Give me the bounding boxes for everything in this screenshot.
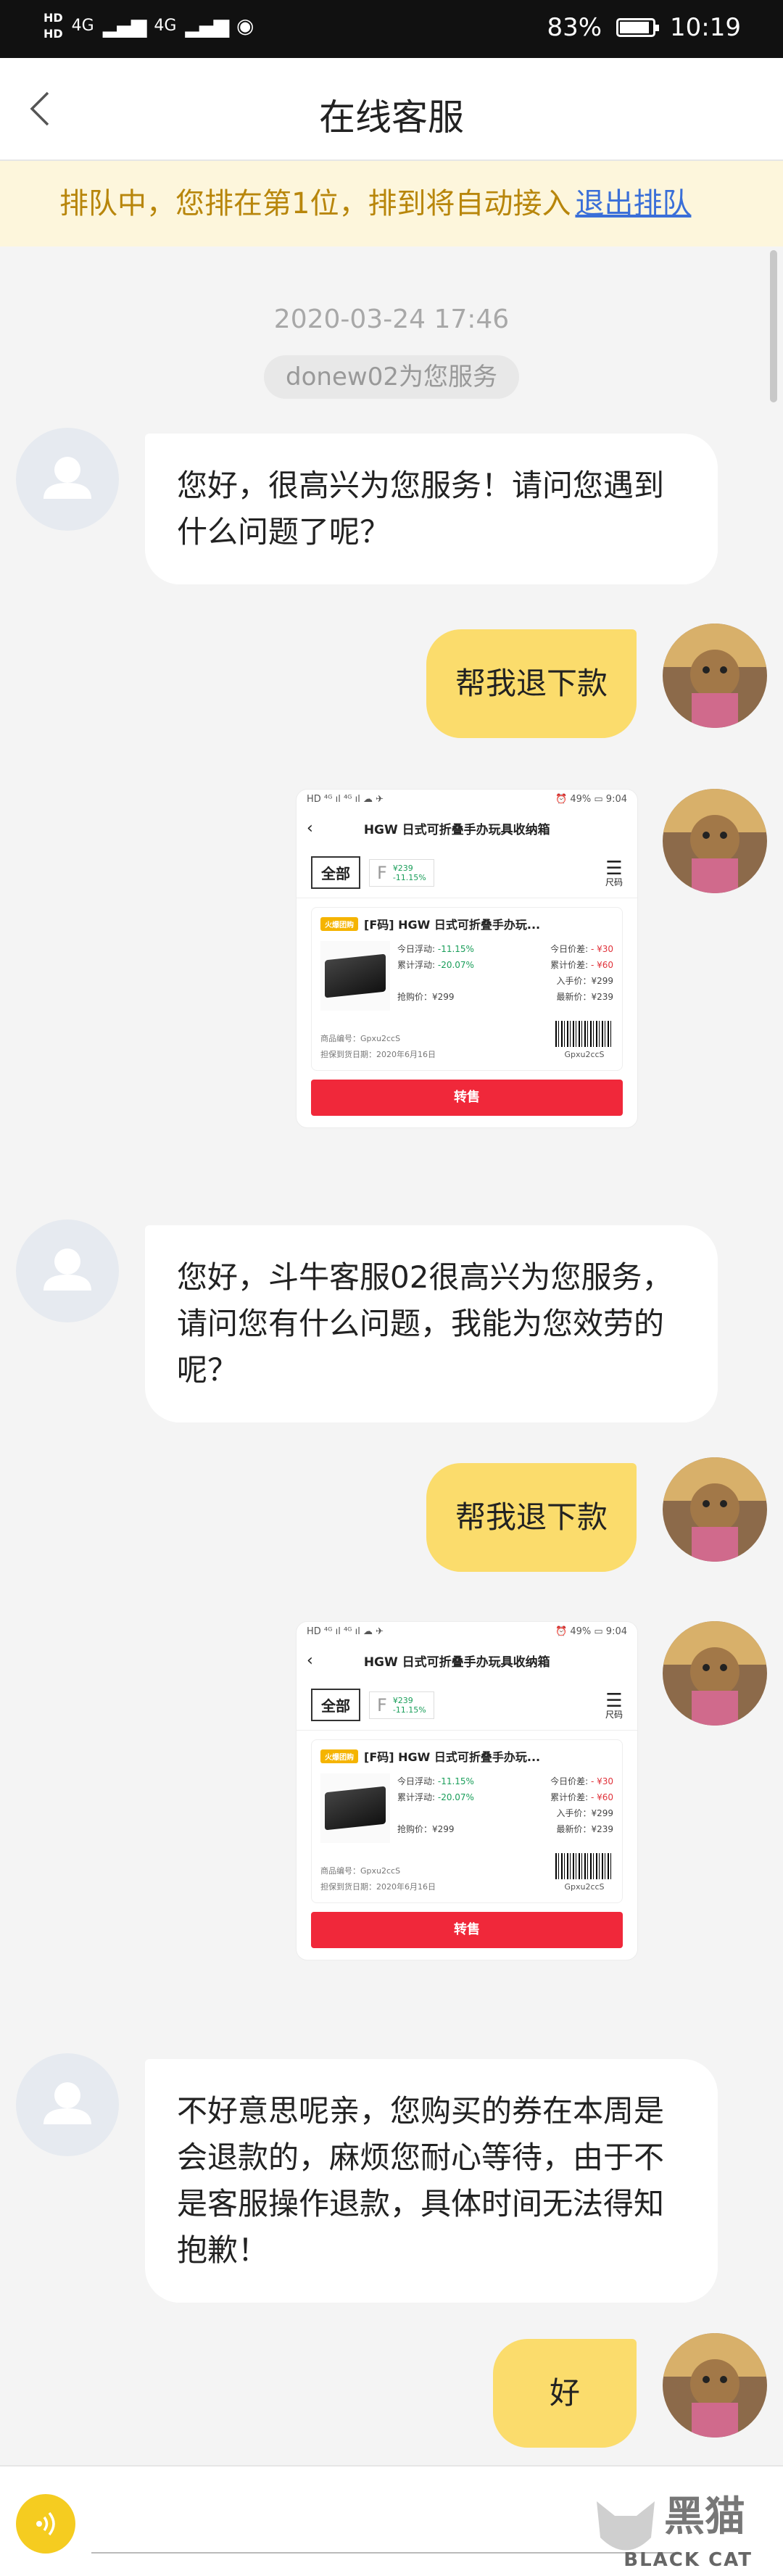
agent-avatar[interactable]: [16, 1219, 119, 1322]
agent-message-text: 您好，很高兴为您服务！请问您遇到什么问题了呢？: [177, 468, 665, 550]
filter-all: 全部: [311, 856, 360, 889]
product-screenshot-card[interactable]: HD ⁴ᴳ ıl ⁴ᴳ ıl ☁ ✈ ⏰ 49% ▭ 9:04 ‹ HGW 日式…: [296, 1621, 638, 1960]
network-label-1: 4G: [71, 17, 94, 35]
user-avatar[interactable]: [663, 1621, 767, 1726]
barcode-icon: [555, 1853, 613, 1879]
hd-indicator-1: HD: [44, 11, 63, 25]
battery-icon: [616, 18, 660, 37]
card-item: 火爆团购 [F码] HGW 日式可折叠手办玩... 今日浮动: -11.15% 今…: [311, 1739, 623, 1903]
agent-message-bubble: 不好意思呢亲，您购买的券在本周是会退款的，麻烦您耐心等待，由于不是客服操作退款，…: [145, 2059, 718, 2303]
page-title: 在线客服: [319, 96, 464, 138]
agent-message-text: 您好，斗牛客服02很高兴为您服务，请问您有什么问题，我能为您效劳的呢？: [177, 1259, 673, 1388]
voice-button[interactable]: [16, 2494, 75, 2554]
user-photo-icon: [663, 789, 767, 893]
user-avatar[interactable]: [663, 789, 767, 893]
user-placeholder-icon: [44, 1248, 91, 1291]
agent-message-text: 不好意思呢亲，您购买的券在本周是会退款的，麻烦您耐心等待，由于不是客服操作退款，…: [177, 2093, 665, 2268]
card-title: ‹ HGW 日式可折叠手办玩具收纳箱: [307, 1651, 550, 1670]
user-message-text: 好: [549, 2375, 580, 2411]
filter-f: F ¥239 -11.15%: [369, 1691, 434, 1719]
user-photo-icon: [663, 1621, 767, 1726]
menu-icon: ☰: [605, 1689, 623, 1712]
item-title: [F码] HGW 日式可折叠手办玩...: [364, 1750, 541, 1764]
resell-button: 转售: [311, 1080, 623, 1116]
chevron-left-icon: ‹: [307, 819, 313, 837]
user-avatar[interactable]: [663, 1457, 767, 1562]
user-photo-icon: [663, 2333, 767, 2438]
user-photo-icon: [663, 624, 767, 728]
voice-wave-icon: [36, 2511, 55, 2536]
service-agent-pill: donew02为您服务: [264, 355, 519, 399]
card-item: 火爆团购 [F码] HGW 日式可折叠手办玩... 今日浮动: -11.15% 今…: [311, 907, 623, 1071]
hot-tag: 火爆团购: [320, 916, 358, 931]
size-menu: ☰ 尺码: [605, 857, 623, 887]
user-photo-icon: [663, 1457, 767, 1562]
user-message-text: 帮我退下款: [455, 1499, 608, 1535]
agent-message-bubble: 您好，斗牛客服02很高兴为您服务，请问您有什么问题，我能为您效劳的呢？: [145, 1225, 718, 1422]
user-message-bubble: 好: [493, 2339, 637, 2448]
clock: 10:19: [670, 13, 741, 42]
card-status-bar: HD ⁴ᴳ ıl ⁴ᴳ ıl ☁ ✈ ⏰ 49% ▭ 9:04: [307, 793, 627, 805]
item-title: [F码] HGW 日式可折叠手办玩...: [364, 918, 541, 932]
signal-icon: ▂▄▆: [102, 14, 147, 38]
wifi-icon: ◉: [236, 14, 254, 38]
status-bar: HD HD 4G ▂▄▆ 4G ▂▄▆ ◉ 83% 10:19: [0, 0, 783, 58]
agent-message-bubble: 您好，很高兴为您服务！请问您遇到什么问题了呢？: [145, 434, 718, 584]
queue-text: 排队中，您排在第1位，排到将自动接入: [59, 187, 571, 220]
watermark-cn: 黑猫: [664, 2493, 745, 2540]
signal-icon-2: ▂▄▆: [185, 14, 229, 38]
product-screenshot-card[interactable]: HD ⁴ᴳ ıl ⁴ᴳ ıl ☁ ✈ ⏰ 49% ▭ 9:04 ‹ HGW 日式…: [296, 789, 638, 1128]
status-left: HD HD 4G ▂▄▆ 4G ▂▄▆ ◉: [44, 10, 254, 42]
size-menu: ☰ 尺码: [605, 1689, 623, 1720]
agent-avatar[interactable]: [16, 428, 119, 531]
product-image: [320, 941, 390, 1011]
user-avatar[interactable]: [663, 2333, 767, 2438]
hot-tag: 火爆团购: [320, 1749, 358, 1763]
message-input-bar: 黑猫 BLACK CAT: [0, 2465, 783, 2576]
status-right: 83% 10:19: [547, 13, 741, 42]
card-title: ‹ HGW 日式可折叠手办玩具收纳箱: [307, 819, 550, 837]
exit-queue-link[interactable]: 退出排队: [575, 187, 691, 220]
chevron-left-icon: ‹: [307, 1651, 313, 1670]
user-message-bubble: 帮我退下款: [426, 1463, 637, 1572]
battery-percent: 83%: [547, 13, 602, 42]
card-status-bar: HD ⁴ᴳ ıl ⁴ᴳ ıl ☁ ✈ ⏰ 49% ▭ 9:04: [307, 1625, 627, 1637]
user-avatar[interactable]: [663, 624, 767, 728]
user-placeholder-icon: [44, 457, 91, 499]
user-message-bubble: 帮我退下款: [426, 629, 637, 738]
card-filter-row: 全部 F ¥239 -11.15% ☰ 尺码: [297, 1680, 637, 1731]
network-label-2: 4G: [154, 17, 177, 35]
user-message-text: 帮我退下款: [455, 666, 608, 701]
card-filter-row: 全部 F ¥239 -11.15% ☰ 尺码: [297, 848, 637, 898]
user-placeholder-icon: [44, 2082, 91, 2124]
app-header: 在线客服: [0, 58, 783, 161]
resell-button: 转售: [311, 1912, 623, 1948]
watermark-en: BLACK CAT: [624, 2549, 753, 2571]
menu-icon: ☰: [605, 857, 623, 879]
black-cat-watermark: 黑猫 BLACK CAT: [586, 2480, 767, 2574]
product-image: [320, 1773, 390, 1843]
chat-timestamp: 2020-03-24 17:46: [273, 305, 510, 334]
queue-banner: 排队中，您排在第1位，排到将自动接入 退出排队: [0, 161, 783, 247]
filter-all: 全部: [311, 1689, 360, 1721]
filter-f: F ¥239 -11.15%: [369, 858, 434, 887]
agent-avatar[interactable]: [16, 2053, 119, 2156]
hd-indicator-2: HD: [44, 27, 63, 41]
barcode-icon: [555, 1021, 613, 1047]
